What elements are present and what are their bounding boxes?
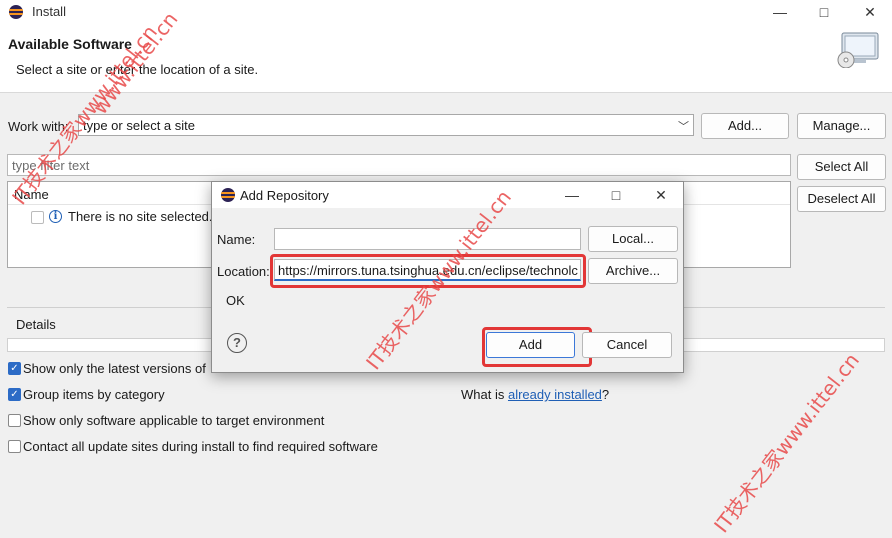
watermark-text: IT技术之家www.ittel.cn — [709, 348, 865, 538]
dialog-title: Add Repository — [240, 188, 329, 203]
already-installed-text: What is already installed? — [461, 387, 609, 402]
filter-input[interactable]: type filter text — [7, 154, 791, 176]
what-is-suffix: ? — [601, 387, 610, 402]
location-label: Location: — [217, 264, 270, 279]
group-by-category-label: Group items by category — [23, 387, 165, 402]
dialog-minimize-button[interactable]: — — [560, 185, 584, 205]
applicable-only-label: Show only software applicable to target … — [23, 413, 325, 428]
dialog-titlebar: Add Repository — □ ✕ — [212, 182, 683, 208]
chevron-down-icon[interactable]: ﹀ — [678, 118, 689, 134]
latest-versions-checkbox[interactable]: ✓ — [8, 362, 21, 375]
install-monitor-icon — [837, 32, 879, 68]
what-is-prefix: What is — [461, 387, 508, 402]
page-title: Available Software — [8, 36, 132, 52]
local-button[interactable]: Local... — [588, 226, 678, 252]
details-label: Details — [16, 317, 56, 332]
tree-empty-message: There is no site selected. — [68, 209, 213, 224]
contact-update-sites-label: Contact all update sites during install … — [23, 439, 378, 454]
name-label: Name: — [217, 232, 256, 247]
applicable-only-checkbox[interactable] — [8, 414, 21, 427]
dialog-status-text: OK — [226, 293, 245, 308]
already-installed-link[interactable]: already installed — [508, 387, 602, 402]
close-button[interactable]: ✕ — [858, 2, 882, 22]
maximize-button[interactable]: □ — [812, 2, 836, 22]
minimize-button[interactable]: — — [768, 2, 792, 22]
group-by-category-checkbox[interactable]: ✓ — [8, 388, 21, 401]
work-with-combo-value: type or select a site — [83, 118, 195, 133]
window-title: Install — [32, 4, 66, 19]
tree-item-checkbox[interactable] — [31, 211, 44, 224]
cancel-button[interactable]: Cancel — [582, 332, 672, 358]
name-input[interactable] — [274, 228, 581, 250]
eclipse-icon — [9, 5, 23, 19]
info-icon: i — [49, 210, 62, 223]
window-titlebar: Install — □ ✕ — [0, 0, 892, 24]
add-repository-button[interactable]: Add — [486, 332, 575, 358]
contact-update-sites-checkbox[interactable] — [8, 440, 21, 453]
latest-versions-label: Show only the latest versions of — [23, 361, 206, 376]
archive-button[interactable]: Archive... — [588, 258, 678, 284]
select-all-button[interactable]: Select All — [797, 154, 886, 180]
dialog-close-button[interactable]: ✕ — [649, 185, 673, 205]
work-with-combo[interactable]: type or select a site ﹀ — [78, 114, 694, 136]
help-icon[interactable]: ? — [227, 333, 247, 353]
dialog-maximize-button[interactable]: □ — [604, 185, 628, 205]
eclipse-icon — [221, 188, 235, 202]
deselect-all-button[interactable]: Deselect All — [797, 186, 886, 212]
manage-sites-button[interactable]: Manage... — [797, 113, 886, 139]
add-site-button[interactable]: Add... — [701, 113, 789, 139]
